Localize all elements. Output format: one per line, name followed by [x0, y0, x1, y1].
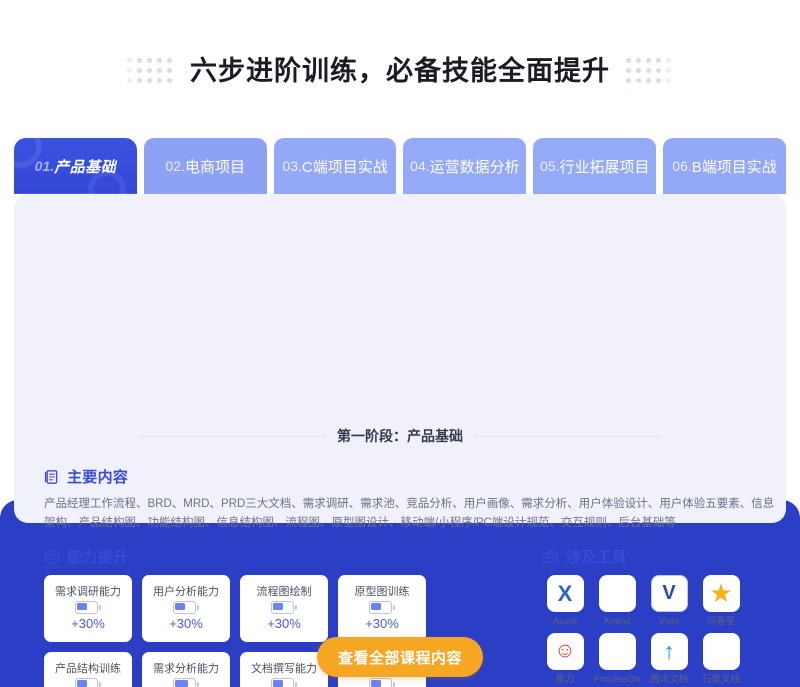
- tab-number: 03.: [282, 158, 302, 174]
- ability-card: 用户分析能力 +30%: [142, 575, 230, 642]
- section-heading-ability: 能力提升: [44, 546, 128, 567]
- ability-card-title: 文档撰写能力: [251, 663, 317, 675]
- tool-item[interactable]: ☺ 墨刀: [542, 632, 588, 685]
- battery-icon: [369, 678, 395, 687]
- dot-grid-icon: [626, 58, 673, 85]
- page-root: 六步进阶训练，必备技能全面提升 01. 产品基础 02. 电商项目 03. C端…: [0, 0, 800, 687]
- battery-icon: [173, 601, 199, 614]
- ability-card-title: 流程图绘制: [256, 586, 312, 598]
- tab-number: 01.: [34, 158, 55, 174]
- tab-label: C端项目实战: [301, 158, 388, 176]
- tool-item[interactable]: 石墨 石墨文档: [698, 632, 744, 685]
- section-heading-tools: 涉及工具: [542, 546, 627, 567]
- tab-label: B端项目实战: [691, 158, 777, 176]
- tool-label: 墨刀: [555, 673, 575, 685]
- tab-label: 运营数据分析: [429, 158, 520, 176]
- tools-grid: X Axure ✖ Xmind V Visio ★ 问卷星 ☺ 墨刀 On ProcessOn ↑ 腾讯文…: [542, 575, 792, 687]
- section-title: 涉及工具: [566, 549, 628, 566]
- ability-card-percent: +30%: [267, 616, 301, 631]
- battery-icon: [173, 678, 199, 687]
- ability-card: 文档撰写能力+30%: [240, 652, 328, 687]
- wenjuanxing-icon: ★: [702, 575, 740, 612]
- stage-label: 第一阶段：产品基础: [337, 428, 463, 444]
- shimo-docs-icon: 石墨: [702, 632, 740, 670]
- tab-number: 04.: [410, 158, 430, 174]
- tool-label: 石墨文档: [701, 673, 740, 685]
- xmind-icon: ✖: [598, 575, 636, 612]
- ability-card: 需求分析能力+40%: [142, 652, 230, 687]
- ability-card-title: 需求调研能力: [55, 586, 121, 598]
- tab-stage-01[interactable]: 01. 产品基础: [14, 138, 137, 194]
- dot-grid-icon: [127, 58, 174, 85]
- document-icon: [44, 469, 60, 485]
- visio-icon: V: [650, 575, 688, 612]
- ability-card-percent: +30%: [169, 616, 203, 631]
- list-circle-icon: [44, 549, 60, 565]
- ability-card-title: 产品结构训练: [55, 663, 121, 675]
- tab-number: 06.: [672, 158, 692, 174]
- ability-card-percent: +30%: [71, 616, 105, 631]
- battery-icon: [369, 601, 395, 614]
- divider-right: [475, 435, 663, 437]
- tool-label: Visio: [658, 616, 680, 627]
- ability-card: 产品结构训练+30%: [44, 652, 132, 687]
- content-description: 产品经理工作流程、BRD、MRD、PRD三大文档、需求调研、需求池、竞品分析、用…: [44, 498, 775, 529]
- tool-item[interactable]: ✖ Xmind: [594, 575, 640, 627]
- ability-card-title: 需求分析能力: [153, 663, 219, 675]
- stage-detail-card: 第一阶段：产品基础 主要内容 产品经理工作流程、BRD、MRD、PRD三大文档、…: [14, 194, 786, 687]
- ability-card-title: 用户分析能力: [153, 586, 219, 598]
- ability-card-title: 原型图训练: [354, 586, 410, 598]
- tool-label: 问卷星: [706, 616, 736, 627]
- ability-card-percent: +30%: [365, 616, 399, 631]
- tab-stage-05[interactable]: 05. 行业拓展项目: [533, 138, 657, 194]
- tab-stage-06[interactable]: 06. B端项目实战: [663, 138, 786, 194]
- section-title: 能力提升: [67, 549, 129, 566]
- tool-label: 腾讯文档: [649, 673, 688, 685]
- tab-label: 行业拓展项目: [559, 158, 650, 176]
- section-heading-content: 主要内容: [44, 466, 128, 487]
- tool-label: ProcessOn: [593, 673, 641, 685]
- view-all-courses-button[interactable]: 查看全部课程内容: [317, 637, 483, 677]
- ability-card: 原型图训练 +30%: [338, 575, 426, 642]
- toolbox-icon: [542, 549, 559, 565]
- tab-label: 电商项目: [184, 158, 245, 176]
- section-title: 主要内容: [67, 469, 129, 486]
- ability-card: 需求调研能力 +30%: [44, 575, 132, 642]
- stage-tabs: 01. 产品基础 02. 电商项目 03. C端项目实战 04. 运营数据分析 …: [14, 138, 786, 194]
- battery-icon: [271, 678, 297, 687]
- page-title: 六步进阶训练，必备技能全面提升: [190, 56, 610, 86]
- tab-number: 02.: [165, 158, 185, 174]
- tool-item[interactable]: V Visio: [646, 575, 692, 627]
- tool-label: Axure: [552, 616, 578, 627]
- tool-item[interactable]: ↑ 腾讯文档: [646, 632, 692, 685]
- tab-number: 05.: [539, 158, 560, 174]
- modao-icon: ☺: [546, 632, 584, 670]
- processon-icon: On: [598, 632, 636, 670]
- tencent-docs-icon: ↑: [650, 632, 688, 670]
- tab-stage-04[interactable]: 04. 运营数据分析: [403, 138, 527, 194]
- tool-item[interactable]: ★ 问卷星: [698, 575, 744, 627]
- battery-icon: [75, 678, 101, 687]
- tab-stage-02[interactable]: 02. 电商项目: [143, 138, 267, 194]
- stage-heading: 第一阶段：产品基础: [14, 426, 786, 446]
- ability-card: 流程图绘制 +30%: [240, 575, 328, 642]
- tab-label: 产品基础: [54, 158, 117, 176]
- battery-icon: [75, 601, 101, 614]
- tool-item[interactable]: X Axure: [542, 575, 588, 627]
- tab-stage-03[interactable]: 03. C端项目实战: [273, 138, 397, 194]
- tool-label: Xmind: [603, 616, 631, 627]
- divider-left: [137, 435, 325, 437]
- tool-item[interactable]: On ProcessOn: [593, 632, 641, 685]
- axure-icon: X: [546, 575, 584, 612]
- battery-icon: [271, 601, 297, 614]
- page-header: 六步进阶训练，必备技能全面提升: [0, 58, 800, 85]
